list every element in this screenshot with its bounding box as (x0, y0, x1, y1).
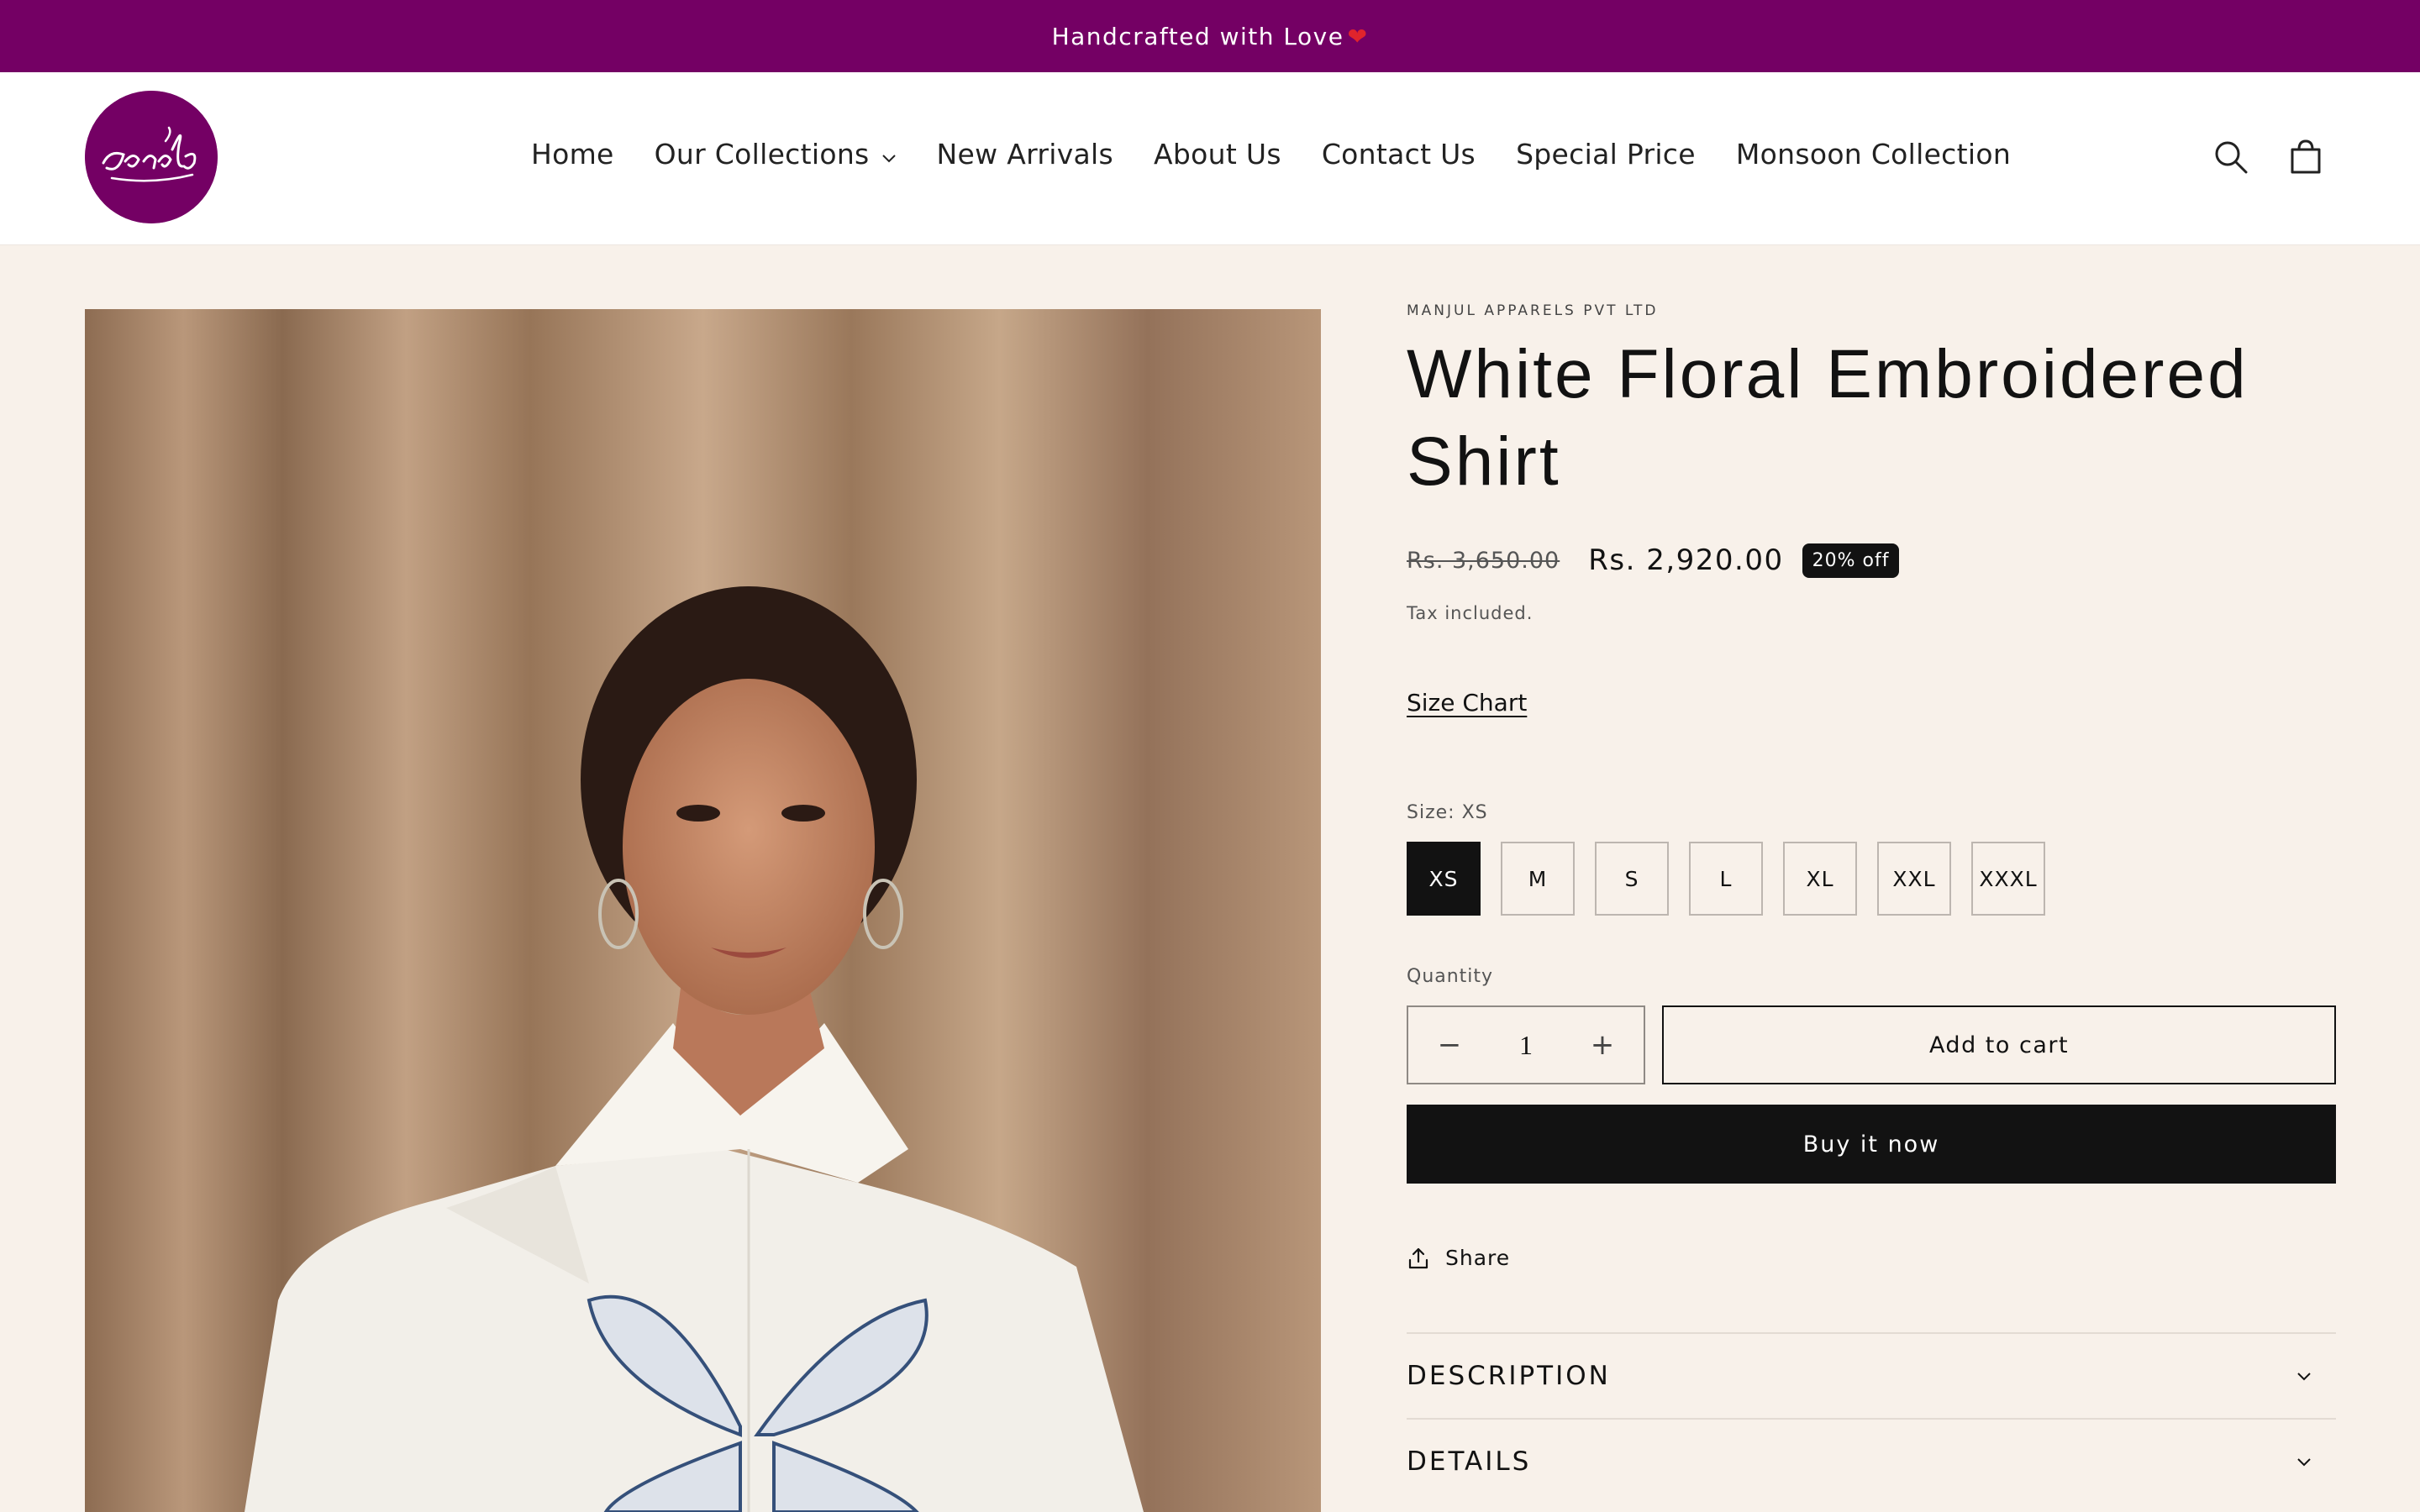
announcement-text: Handcrafted with Love (1051, 22, 1344, 50)
product-title: White Floral Embroidered Shirt (1407, 336, 2249, 500)
chevron-down-icon (881, 138, 897, 171)
nav-item-about-us[interactable]: About Us (1154, 138, 1281, 171)
nav-item-our-collections[interactable]: Our Collections (655, 138, 897, 171)
quantity-label: Quantity (1407, 966, 1494, 987)
share-label: Share (1445, 1246, 1511, 1270)
size-chart-link[interactable]: Size Chart (1407, 689, 1527, 717)
nav-item-new-arrivals[interactable]: New Arrivals (937, 138, 1113, 171)
brand-logo[interactable] (85, 91, 218, 223)
nav-item-monsoon-collection[interactable]: Monsoon Collection (1736, 138, 2011, 171)
main-nav: Home Our Collections New Arrivals About … (531, 133, 2051, 175)
size-option-xxl[interactable]: XXL (1877, 842, 1951, 916)
share-icon (1408, 1247, 1428, 1268)
size-option-xs[interactable]: XS (1407, 842, 1481, 916)
share-button[interactable]: Share (1407, 1246, 2336, 1270)
price-original: Rs. 3,650.00 (1407, 547, 1560, 574)
product-accordion: DESCRIPTION DETAILS (1407, 1332, 2336, 1504)
accordion-details[interactable]: DETAILS (1407, 1418, 2336, 1504)
accordion-title-description: DESCRIPTION (1407, 1361, 1611, 1391)
heart-emoji: ❤ (1347, 22, 1369, 50)
site-header: Home Our Collections New Arrivals About … (0, 72, 2420, 245)
size-option-s[interactable]: S (1595, 842, 1669, 916)
quantity-increase-button[interactable]: + (1590, 1028, 1615, 1062)
buy-now-button[interactable]: Buy it now (1407, 1105, 2336, 1184)
quantity-input[interactable]: 1 (1519, 1030, 1533, 1061)
announcement-bar: Handcrafted with Love ❤ (0, 0, 2420, 72)
product-vendor: MANJUL APPARELS PVT LTD (1407, 302, 1659, 319)
cart-icon[interactable] (2286, 138, 2325, 176)
accordion-description[interactable]: DESCRIPTION (1407, 1332, 2336, 1418)
product-image[interactable] (85, 309, 1321, 1512)
size-label: Size: XS (1407, 802, 1488, 823)
chevron-down-icon (2297, 1458, 2311, 1467)
nav-item-home[interactable]: Home (531, 138, 614, 171)
size-option-xl[interactable]: XL (1783, 842, 1857, 916)
logo-script (85, 91, 218, 223)
size-selector: XS M S L XL XXL XXXL (1407, 842, 2336, 916)
product-photo (85, 309, 1321, 1512)
buy-row: − 1 + Add to cart (1407, 1005, 2336, 1084)
size-option-m[interactable]: M (1501, 842, 1575, 916)
discount-badge: 20% off (1802, 543, 1900, 578)
price-row: Rs. 3,650.00 Rs. 2,920.00 20% off (1407, 539, 2336, 581)
product-info: MANJUL APPARELS PVT LTD White Floral Emb… (1407, 302, 2336, 1504)
add-to-cart-button[interactable]: Add to cart (1662, 1005, 2336, 1084)
nav-item-contact-us[interactable]: Contact Us (1322, 138, 1476, 171)
tax-note: Tax included. (1407, 603, 1534, 623)
accordion-title-details: DETAILS (1407, 1446, 1532, 1477)
size-option-xxxl[interactable]: XXXL (1971, 842, 2045, 916)
chevron-down-icon (2297, 1373, 2311, 1381)
quantity-decrease-button[interactable]: − (1437, 1028, 1462, 1062)
search-icon[interactable] (2212, 138, 2250, 176)
nav-item-special-price[interactable]: Special Price (1516, 138, 1696, 171)
price-sale: Rs. 2,920.00 (1588, 543, 1784, 577)
size-option-l[interactable]: L (1689, 842, 1763, 916)
quantity-stepper: − 1 + (1407, 1005, 1645, 1084)
